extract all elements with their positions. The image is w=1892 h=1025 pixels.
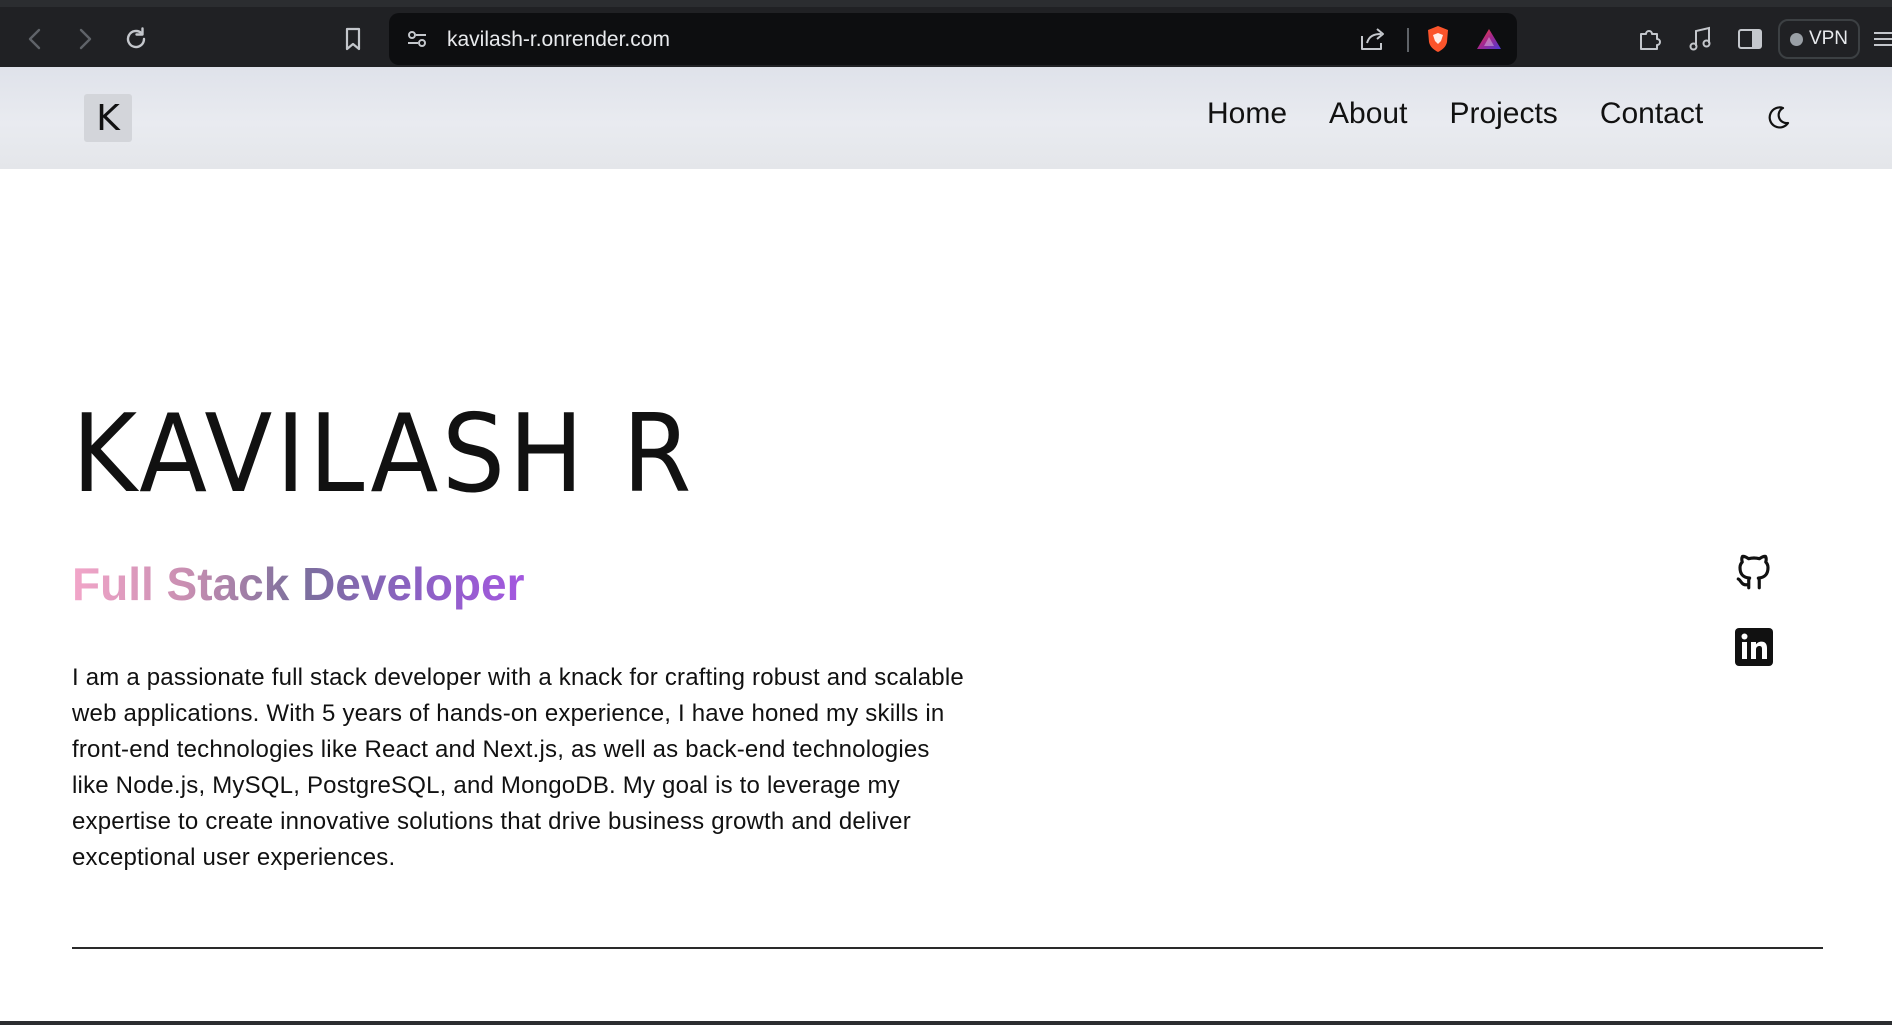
reload-icon[interactable] <box>118 21 154 57</box>
window-bottom-edge <box>0 1021 1892 1025</box>
hero-bio: I am a passionate full stack developer w… <box>72 664 964 871</box>
url-text[interactable]: kavilash-r.onrender.com <box>447 28 670 52</box>
back-arrow-icon[interactable] <box>17 21 53 57</box>
nav-about[interactable]: About <box>1329 97 1407 131</box>
moon-icon[interactable] <box>1763 103 1793 133</box>
github-icon[interactable] <box>1732 550 1776 594</box>
share-icon[interactable] <box>1359 26 1387 57</box>
brave-shield-icon[interactable] <box>1424 24 1452 59</box>
site-settings-icon[interactable] <box>405 27 429 56</box>
vpn-label: VPN <box>1808 28 1849 49</box>
vpn-button[interactable]: VPN <box>1778 19 1860 59</box>
hero-role: Full Stack Developer <box>72 558 525 610</box>
extensions-icon[interactable] <box>1632 21 1668 57</box>
site-logo[interactable]: K <box>84 94 132 142</box>
browser-toolbar: kavilash-r.onrender.com VPN <box>0 0 1892 67</box>
forward-arrow-icon[interactable] <box>67 21 103 57</box>
menu-icon[interactable] <box>1870 21 1892 57</box>
nav-home[interactable]: Home <box>1207 97 1287 131</box>
nav-contact[interactable]: Contact <box>1600 97 1703 131</box>
url-divider <box>1407 28 1409 52</box>
nav-projects[interactable]: Projects <box>1449 97 1557 131</box>
music-note-icon[interactable] <box>1682 21 1718 57</box>
sidebar-icon[interactable] <box>1732 21 1768 57</box>
main-nav: Home About Projects Contact <box>1207 97 1703 131</box>
bookmark-icon[interactable] <box>335 21 371 57</box>
brave-rewards-icon[interactable] <box>1475 27 1503 56</box>
vpn-status-icon <box>1789 32 1803 46</box>
address-bar[interactable]: kavilash-r.onrender.com <box>389 13 1517 65</box>
hero-name: KAVILASH R <box>72 392 696 517</box>
site-header: K Home About Projects Contact <box>0 67 1892 169</box>
linkedin-icon[interactable] <box>1732 625 1776 669</box>
section-divider <box>72 947 1823 949</box>
